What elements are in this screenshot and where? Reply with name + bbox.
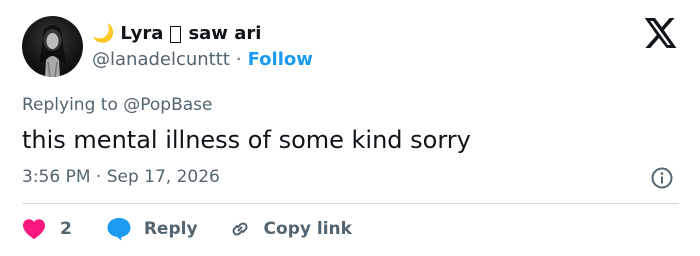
author-name[interactable]: 🌙 Lyra saw ari	[92, 22, 261, 46]
handle-row: @lanadelcunttt · Follow	[92, 48, 313, 72]
x-logo-icon[interactable]	[644, 18, 678, 48]
follow-button[interactable]: Follow	[248, 48, 313, 72]
author-handle[interactable]: @lanadelcunttt	[92, 48, 230, 72]
replying-to-prefix: Replying to	[22, 95, 118, 115]
timestamp[interactable]: 3:56 PM · Sep 17, 2026	[22, 165, 220, 189]
like-button[interactable]: 2	[22, 218, 106, 240]
avatar[interactable]	[22, 16, 83, 77]
copy-link-label: Copy link	[263, 219, 352, 239]
crescent-moon-icon: 🌙	[92, 23, 115, 44]
copy-link-button[interactable]: Copy link	[228, 217, 352, 241]
tweet-time: 3:56 PM	[22, 167, 91, 187]
reply-button[interactable]: Reply	[106, 217, 228, 241]
handle-separator: ·	[235, 49, 242, 70]
timestamp-separator: ·	[95, 167, 102, 187]
action-bar: 2 Reply Copy link	[22, 214, 352, 244]
missing-glyph-icon	[170, 25, 182, 43]
replying-to: Replying to @PopBase	[22, 93, 212, 117]
info-icon[interactable]	[650, 166, 674, 190]
tweet-text: this mental illness of some kind sorry	[22, 126, 471, 154]
tweet-date: Sep 17, 2026	[106, 167, 220, 187]
reply-label: Reply	[143, 219, 198, 239]
like-count: 2	[60, 219, 72, 239]
display-name: Lyra	[120, 23, 164, 44]
heart-icon	[23, 219, 45, 240]
divider	[22, 203, 679, 204]
display-name-suffix: saw ari	[188, 23, 262, 44]
speech-bubble-icon	[107, 218, 131, 241]
link-icon	[232, 222, 248, 236]
tweet-embed-card: 🌙 Lyra saw ari @lanadelcunttt · Follow R…	[0, 0, 700, 256]
replying-to-handle[interactable]: @PopBase	[123, 95, 212, 115]
